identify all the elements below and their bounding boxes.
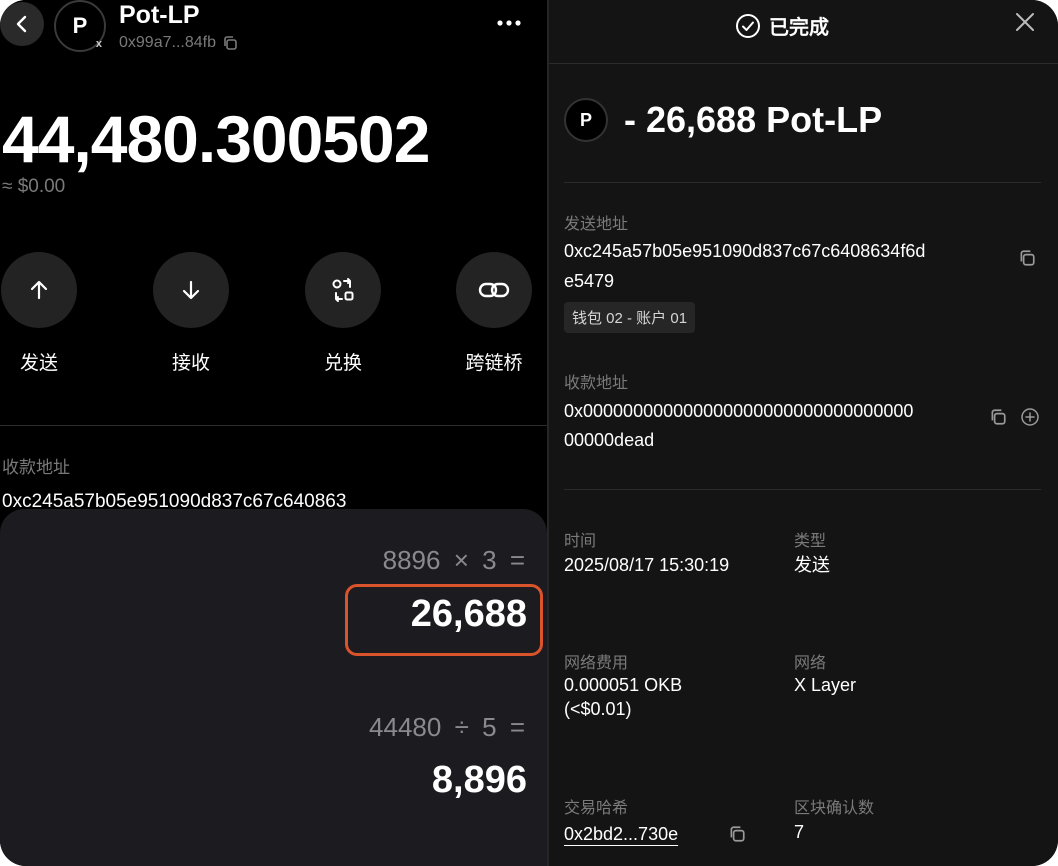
more-icon xyxy=(497,20,521,26)
tx-hash-link[interactable]: 0x2bd2...730e xyxy=(564,819,678,849)
confirmations-value: 7 xyxy=(794,822,805,842)
divider xyxy=(564,489,1041,490)
calc-operand-a: 44480 xyxy=(369,712,442,742)
detail-header: 已完成 xyxy=(549,0,1058,64)
arrow-up-icon xyxy=(30,280,48,300)
copy-icon[interactable] xyxy=(728,825,746,843)
close-button[interactable] xyxy=(1015,12,1035,37)
network-label: 网络 xyxy=(794,655,827,672)
type-value: 发送 xyxy=(794,555,830,575)
send-action[interactable]: 发送 xyxy=(0,252,84,375)
calc-operand-b: 5 xyxy=(482,712,497,742)
from-address-line-2: e5479 xyxy=(564,271,615,291)
add-contact-icon[interactable] xyxy=(1020,407,1040,427)
to-address-line-2: 00000dead xyxy=(564,430,655,450)
wallet-tag: 钱包 02 - 账户 01 xyxy=(564,302,696,333)
bridge-icon xyxy=(478,282,510,298)
calc-operator: × xyxy=(453,545,469,575)
highlight-box xyxy=(345,584,543,656)
network-fee-value: 0.000051 OKB (<$0.01) xyxy=(564,673,682,721)
copy-icon[interactable] xyxy=(989,408,1007,426)
token-name: Pot-LP xyxy=(119,1,200,29)
confirmations-label: 区块确认数 xyxy=(794,800,875,817)
send-button[interactable] xyxy=(1,252,77,328)
to-address-line-1: 0x000000000000000000000000000000000 xyxy=(564,401,914,421)
network-fee-amount: 0.000051 OKB xyxy=(564,675,683,695)
time-label: 时间 xyxy=(564,533,597,550)
send-label: 发送 xyxy=(19,353,58,374)
from-address-label: 发送地址 xyxy=(564,216,629,233)
swap-action[interactable]: 兑换 xyxy=(298,252,388,375)
divider xyxy=(564,182,1041,183)
arrow-down-icon xyxy=(182,280,200,300)
network-fee-fiat: (<$0.01) xyxy=(564,699,632,719)
more-options-button[interactable] xyxy=(496,6,522,34)
token-address-text: 0x99a7...84fb xyxy=(119,34,216,51)
bridge-button[interactable] xyxy=(456,252,532,328)
token-avatar: P xyxy=(564,98,608,142)
calc-operand-b: 3 xyxy=(482,545,497,575)
status-indicator: 已完成 xyxy=(735,11,829,40)
token-address: 0x99a7...84fb xyxy=(119,34,238,52)
fiat-value: ≈ $0.00 xyxy=(2,176,66,197)
divider xyxy=(0,425,547,426)
receive-label: 接收 xyxy=(171,353,210,374)
calc-operand-a: 8896 xyxy=(382,545,441,575)
calc-equals: = xyxy=(509,712,525,742)
calc-expression-1: 8896 × 3 = xyxy=(383,545,525,576)
app-frame: P x Pot-LP 0x99a7...84fb 44,480.300502 ≈… xyxy=(0,0,1058,866)
type-label: 类型 xyxy=(794,533,827,550)
token-detail-panel: P x Pot-LP 0x99a7...84fb 44,480.300502 ≈… xyxy=(0,0,547,866)
transaction-amount: - 26,688 Pot-LP xyxy=(624,99,883,140)
receive-address-title: 收款地址 xyxy=(2,458,70,477)
calc-result-2: 8,896 xyxy=(431,759,527,801)
check-circle-icon xyxy=(736,13,760,38)
bridge-action[interactable]: 跨链桥 xyxy=(449,252,539,375)
to-address-label: 收款地址 xyxy=(564,375,629,392)
swap-button[interactable] xyxy=(305,252,381,328)
token-avatar: P x xyxy=(54,0,106,52)
token-avatar-letter: P xyxy=(72,13,88,38)
transaction-detail-panel: 已完成 P - 26,688 Pot-LP 发送地址 0xc245a57b05e… xyxy=(549,0,1058,866)
transaction-summary: P - 26,688 Pot-LP xyxy=(564,98,882,142)
tx-hash-label: 交易哈希 xyxy=(564,800,629,817)
status-text: 已完成 xyxy=(769,17,829,39)
copy-icon[interactable] xyxy=(1018,249,1036,267)
calc-equals: = xyxy=(509,545,525,575)
receive-action[interactable]: 接收 xyxy=(146,252,236,375)
swap-label: 兑换 xyxy=(323,353,362,374)
back-button[interactable] xyxy=(0,2,44,46)
network-fee-label: 网络费用 xyxy=(564,655,629,672)
bridge-label: 跨链桥 xyxy=(465,353,523,374)
calc-operator: ÷ xyxy=(454,712,469,742)
chain-badge: x xyxy=(95,38,102,50)
chevron-left-icon xyxy=(16,15,27,33)
action-row: 发送 接收 兑换 跨链桥 xyxy=(0,252,547,382)
time-value: 2025/08/17 15:30:19 xyxy=(564,555,730,575)
from-address-line-1: 0xc245a57b05e951090d837c67c6408634f6d xyxy=(564,241,926,261)
network-value: X Layer xyxy=(794,675,857,695)
calc-expression-2: 44480 ÷ 5 = xyxy=(369,712,525,743)
copy-icon[interactable] xyxy=(222,35,238,51)
swap-icon xyxy=(332,278,354,302)
close-icon xyxy=(1016,13,1034,31)
receive-button[interactable] xyxy=(153,252,229,328)
token-balance: 44,480.300502 xyxy=(2,102,430,176)
calculator-overlay: 8896 × 3 = 26,688 44480 ÷ 5 = 8,896 xyxy=(0,509,547,866)
